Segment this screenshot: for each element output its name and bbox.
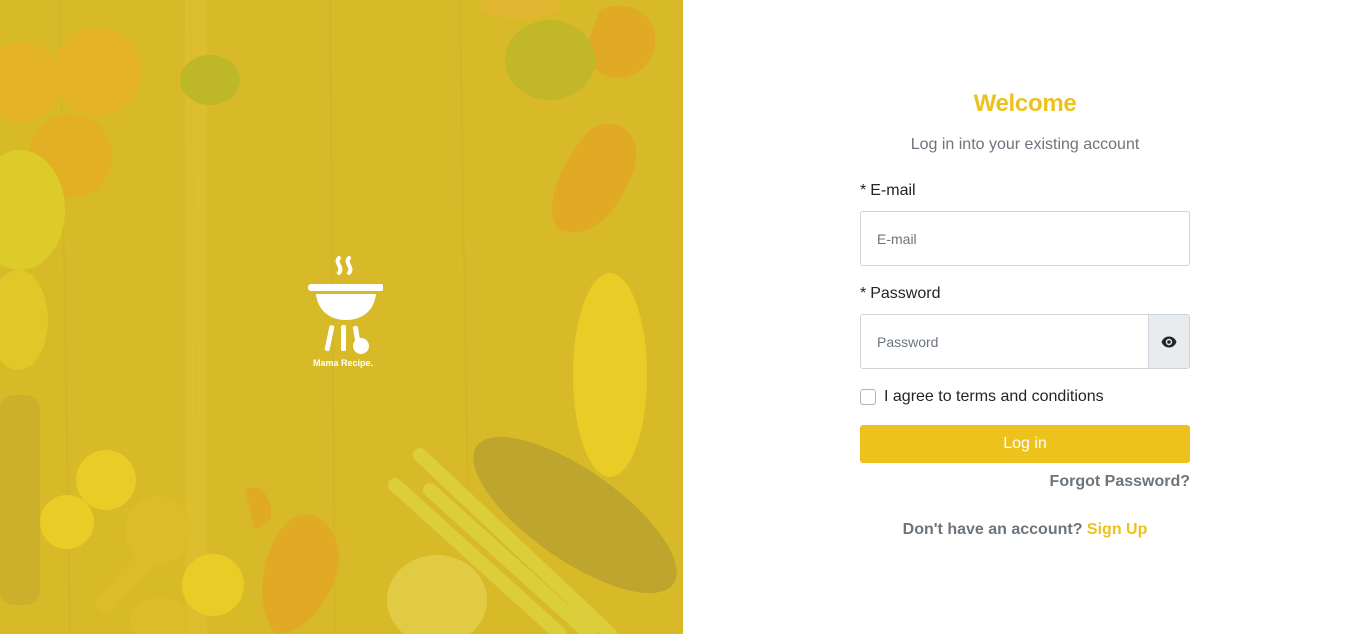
brand-name: Mama Recipe. (312, 358, 374, 368)
login-panel: Welcome Log in into your existing accoun… (683, 0, 1366, 634)
signup-prompt: Don't have an account? Sign Up (860, 521, 1190, 539)
required-marker: * (860, 285, 867, 302)
terms-checkbox[interactable] (860, 389, 876, 405)
no-account-text: Don't have an account? (902, 521, 1083, 538)
forgot-password-link[interactable]: Forgot Password? (1050, 473, 1190, 491)
brand-logo: Mama Recipe. (297, 254, 389, 380)
email-label-text: E-mail (870, 182, 916, 199)
password-label-text: Password (870, 285, 941, 302)
password-label: * Password (860, 285, 940, 303)
login-button[interactable]: Log in (860, 425, 1190, 463)
email-label: * E-mail (860, 182, 916, 200)
terms-agreement: I agree to terms and conditions (860, 388, 1104, 406)
page-title: Welcome (973, 90, 1077, 117)
password-visibility-toggle[interactable] (1148, 314, 1190, 369)
password-field[interactable] (860, 314, 1149, 369)
required-marker: * (860, 182, 867, 199)
hero-image-panel: Mama Recipe. (0, 0, 683, 634)
signup-link[interactable]: Sign Up (1087, 521, 1147, 538)
page-subtitle: Log in into your existing account (910, 136, 1140, 153)
email-field[interactable] (860, 211, 1190, 266)
eye-icon (1161, 336, 1177, 347)
terms-label: I agree to terms and conditions (884, 388, 1104, 405)
grill-icon (308, 256, 383, 354)
